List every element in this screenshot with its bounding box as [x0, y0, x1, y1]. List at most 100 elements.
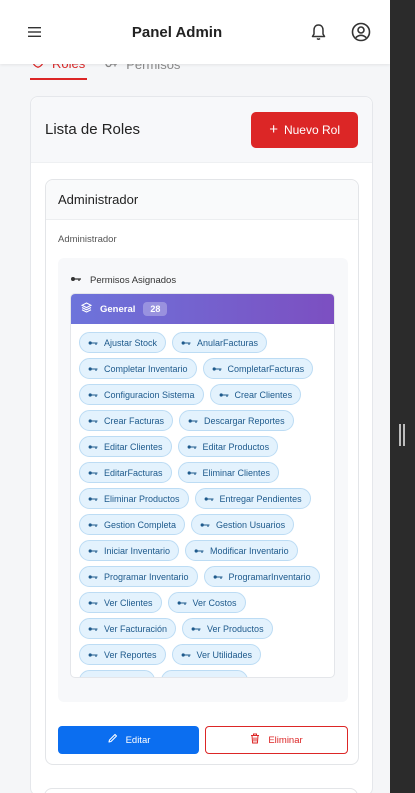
- key-icon: [188, 416, 198, 426]
- key-icon: [88, 442, 98, 452]
- permission-chip-label: Ver Clientes: [104, 597, 153, 608]
- permission-chip: Descargar Reportes: [179, 410, 294, 431]
- permission-chip-label: Ver Reportes: [104, 649, 157, 660]
- permission-chip: Programar Inventario: [79, 566, 198, 587]
- permission-chip-label: Eliminar Productos: [104, 493, 180, 504]
- permission-chip: Crear Clientes: [209, 384, 302, 405]
- key-icon: [70, 275, 82, 286]
- roles-card-header: Lista de Roles + Nuevo Rol: [31, 97, 372, 163]
- permission-chip-label: Descargar Reportes: [204, 415, 285, 426]
- key-icon: [88, 650, 98, 660]
- key-icon: [212, 364, 222, 374]
- permission-chip: Completar Inventario: [79, 358, 197, 379]
- permission-chip: Crear Facturas: [79, 410, 174, 431]
- key-icon: [213, 572, 223, 582]
- delete-label: Eliminar: [268, 734, 303, 746]
- user-icon[interactable]: [350, 21, 372, 43]
- permission-chip-label: Ajustar Stock: [104, 337, 158, 348]
- key-icon: [88, 390, 98, 400]
- key-icon: [170, 676, 180, 678]
- delete-role-button[interactable]: Eliminar: [205, 726, 348, 754]
- permission-chip-label: Modificar Inventario: [210, 545, 289, 556]
- permission-chip-label: Ver Utilidades: [196, 649, 253, 660]
- top-bar: Panel Admin: [0, 0, 390, 64]
- key-icon: [200, 520, 210, 530]
- permission-chip-label: Ver Facturación: [104, 623, 168, 634]
- permission-chip-label: Eliminar Clientes: [202, 467, 271, 478]
- permission-chip: Gestion Usuarios: [191, 514, 295, 535]
- pencil-icon: [107, 733, 118, 747]
- permission-group: General 28 Ajustar Stock AnularFacturas Co…: [70, 293, 335, 678]
- key-icon: [204, 494, 214, 504]
- key-icon: [181, 650, 191, 660]
- key-icon: [177, 598, 187, 608]
- permission-chip: Entregar Pendientes: [194, 488, 311, 509]
- new-role-button[interactable]: + Nuevo Rol: [251, 111, 358, 148]
- hamburger-icon[interactable]: [24, 21, 46, 43]
- group-count-badge: 28: [143, 302, 168, 316]
- trash-icon: [250, 733, 260, 747]
- permission-chip: CompletarFacturas: [202, 358, 314, 379]
- new-role-label: Nuevo Rol: [283, 122, 340, 137]
- page-title: Panel Admin: [131, 23, 223, 41]
- role-card: Administrador Administrador Permisos Asi…: [45, 179, 359, 765]
- permission-chip-label: Configuracion Sistema: [104, 389, 195, 400]
- key-icon: [187, 468, 197, 478]
- role-description: Administrador: [58, 234, 117, 245]
- group-name: General: [100, 303, 136, 315]
- permission-chip: Eliminar Productos: [79, 488, 189, 509]
- permission-chip: Ver Productos: [182, 618, 273, 639]
- key-icon: [187, 442, 197, 452]
- edit-role-button[interactable]: Editar: [58, 726, 199, 754]
- key-icon: [88, 624, 98, 634]
- plus-icon: +: [269, 121, 278, 138]
- role-actions: Editar Eliminar: [58, 726, 348, 754]
- permission-chip-label: VerUtilidades: [186, 676, 239, 678]
- key-icon: [191, 624, 201, 634]
- permission-chip: Ver Clientes: [79, 592, 162, 613]
- key-icon: [219, 390, 229, 400]
- next-role-card: [44, 788, 358, 793]
- permission-chip: VerCostos: [79, 670, 155, 678]
- key-icon: [88, 494, 98, 504]
- permission-chip-label: EditarFacturas: [104, 467, 163, 478]
- permission-chip-label: Programar Inventario: [104, 571, 189, 582]
- permission-chip-label: Editar Productos: [202, 441, 270, 452]
- permission-chip: Configuracion Sistema: [79, 384, 204, 405]
- resize-handle[interactable]: [399, 424, 405, 446]
- permission-chip: AnularFacturas: [172, 332, 268, 353]
- bell-icon[interactable]: [308, 21, 330, 43]
- permission-chip-label: Editar Clientes: [104, 441, 163, 452]
- permission-chip: Ajustar Stock: [79, 332, 167, 353]
- key-icon: [88, 468, 98, 478]
- permission-chip-label: Iniciar Inventario: [104, 545, 171, 556]
- permission-chip-label: Entregar Pendientes: [219, 493, 302, 504]
- permission-chip: VerUtilidades: [160, 670, 248, 678]
- role-name: Administrador: [46, 180, 358, 220]
- header-actions: [308, 21, 372, 43]
- permission-chip-label: Crear Facturas: [104, 415, 165, 426]
- permission-chip-label: CompletarFacturas: [227, 363, 305, 374]
- permission-chip: Eliminar Clientes: [177, 462, 280, 483]
- permission-chip: Ver Facturación: [79, 618, 177, 639]
- key-icon: [181, 338, 191, 348]
- permission-chip: Ver Utilidades: [171, 644, 262, 665]
- key-icon: [88, 364, 98, 374]
- key-icon: [88, 546, 98, 556]
- app-page: Panel Admin Roles Permisos Lista de Role…: [0, 0, 390, 793]
- permission-chip-label: VerCostos: [104, 676, 146, 678]
- group-header[interactable]: General 28: [71, 294, 334, 324]
- layers-icon: [80, 302, 93, 316]
- permission-chip-label: Ver Costos: [192, 597, 237, 608]
- permission-chip: Iniciar Inventario: [79, 540, 180, 561]
- key-icon: [88, 676, 98, 678]
- permission-chip: ProgramarInventario: [203, 566, 320, 587]
- roles-card: Lista de Roles + Nuevo Rol Administrador…: [30, 96, 373, 793]
- permission-chip-label: Completar Inventario: [104, 363, 188, 374]
- key-icon: [194, 546, 204, 556]
- permission-chip-label: Gestion Completa: [104, 519, 177, 530]
- roles-title: Lista de Roles: [45, 121, 141, 138]
- permission-chip: EditarFacturas: [79, 462, 172, 483]
- permission-chip-list: Ajustar Stock AnularFacturas Completar Inv…: [71, 324, 334, 678]
- permissions-panel: Permisos Asignados General 28 Ajustar St…: [58, 258, 348, 702]
